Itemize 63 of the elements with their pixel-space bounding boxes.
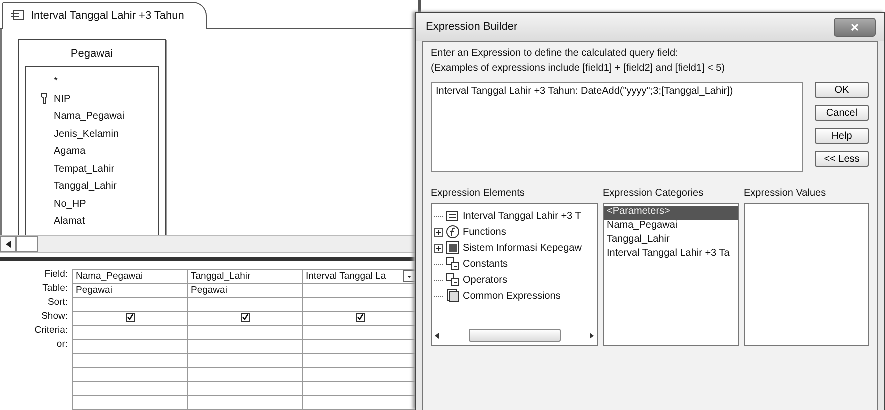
table-cell[interactable]: Pegawai	[72, 284, 188, 298]
query-icon	[446, 209, 460, 223]
category-item[interactable]: <Parameters>	[604, 206, 738, 220]
function-icon	[446, 225, 460, 239]
pane-label: Expression Elements	[431, 188, 526, 201]
scroll-thumb[interactable]	[468, 329, 560, 342]
tree-item[interactable]: Constants	[463, 258, 508, 270]
show-checkbox[interactable]	[356, 312, 364, 322]
left-arrow-icon[interactable]	[435, 332, 439, 338]
examples-text: (Examples of expressions include [field1] + [field2] and [field1] < 5)	[431, 63, 726, 76]
field-name[interactable]: No_HP	[54, 198, 86, 210]
dropdown-button[interactable]	[403, 270, 416, 282]
category-item[interactable]: Interval Tanggal Lahir +3 Ta	[604, 248, 738, 262]
field-name[interactable]: Agama	[54, 146, 86, 158]
query-icon	[11, 10, 25, 22]
pane-label: Expression Values	[744, 188, 828, 201]
close-button[interactable]	[834, 18, 876, 36]
expression-field[interactable]: Interval Tanggal Lahir +3 Tahun: DateAdd("yyyy";3;[Tanggal_Lahir])	[431, 82, 803, 172]
dialog-button[interactable]: << Less	[815, 151, 869, 167]
expand-icon[interactable]	[434, 228, 443, 236]
pane-label: Expression Categories	[603, 188, 705, 201]
field-name[interactable]: Nama_Pegawai	[54, 111, 125, 122]
row-label: Show:	[40, 311, 69, 324]
left-arrow-icon[interactable]	[6, 240, 10, 248]
dialog-title: Expression Builder	[426, 21, 518, 33]
row-label: Table:	[42, 283, 69, 296]
show-checkbox[interactable]	[240, 312, 250, 322]
tree-item[interactable]: Sistem Informasi Kepegaw	[463, 242, 582, 254]
row-label: or:	[56, 339, 69, 352]
row-label: Sort:	[46, 297, 69, 310]
scroll-thumb[interactable]	[16, 236, 38, 252]
tree-item[interactable]: Operators	[463, 274, 508, 286]
constants-icon	[446, 257, 460, 271]
category-item[interactable]: Tanggal_Lahir	[604, 234, 738, 248]
dialog-button[interactable]: Help	[815, 128, 869, 144]
query-tab[interactable]: Interval Tanggal Lahir +3 Tahun	[2, 2, 208, 29]
table-name: Pegawai	[70, 46, 114, 62]
expand-icon[interactable]	[434, 244, 443, 252]
field-name[interactable]: Alamat	[54, 216, 86, 228]
table-icon	[446, 241, 460, 255]
field-cell[interactable]: Nama_Pegawai	[72, 270, 188, 284]
tree-item[interactable]: Functions	[463, 226, 506, 238]
close-icon[interactable]	[851, 24, 859, 30]
operators-icon	[446, 273, 460, 287]
table-cell[interactable]: Pegawai	[188, 284, 302, 298]
field-name[interactable]: *	[54, 76, 58, 88]
instruction-text: Enter an Expression to define the calculated query field:	[431, 48, 680, 61]
pages-icon	[446, 289, 460, 303]
dialog-button[interactable]: OK	[815, 82, 869, 98]
tree-item[interactable]: Common Expressions	[463, 290, 561, 302]
horizontal-scrollbar[interactable]	[0, 235, 418, 254]
field-name[interactable]: NIP	[54, 94, 71, 105]
tree-item[interactable]: Interval Tanggal Lahir +3 T	[463, 210, 582, 222]
category-item[interactable]: Nama_Pegawai	[604, 220, 738, 234]
field-name[interactable]: Jenis_Kelamin	[54, 128, 120, 140]
row-label: Criteria:	[34, 325, 69, 338]
field-cell[interactable]: Tanggal_Lahir	[188, 270, 302, 284]
field-name[interactable]: Tanggal_Lahir	[54, 181, 117, 192]
dialog-button[interactable]: Cancel	[815, 105, 869, 121]
right-arrow-icon[interactable]	[590, 332, 594, 338]
show-checkbox[interactable]	[126, 312, 134, 322]
field-name[interactable]: Tempat_Lahir	[54, 164, 115, 175]
row-label: Field:	[44, 269, 69, 282]
